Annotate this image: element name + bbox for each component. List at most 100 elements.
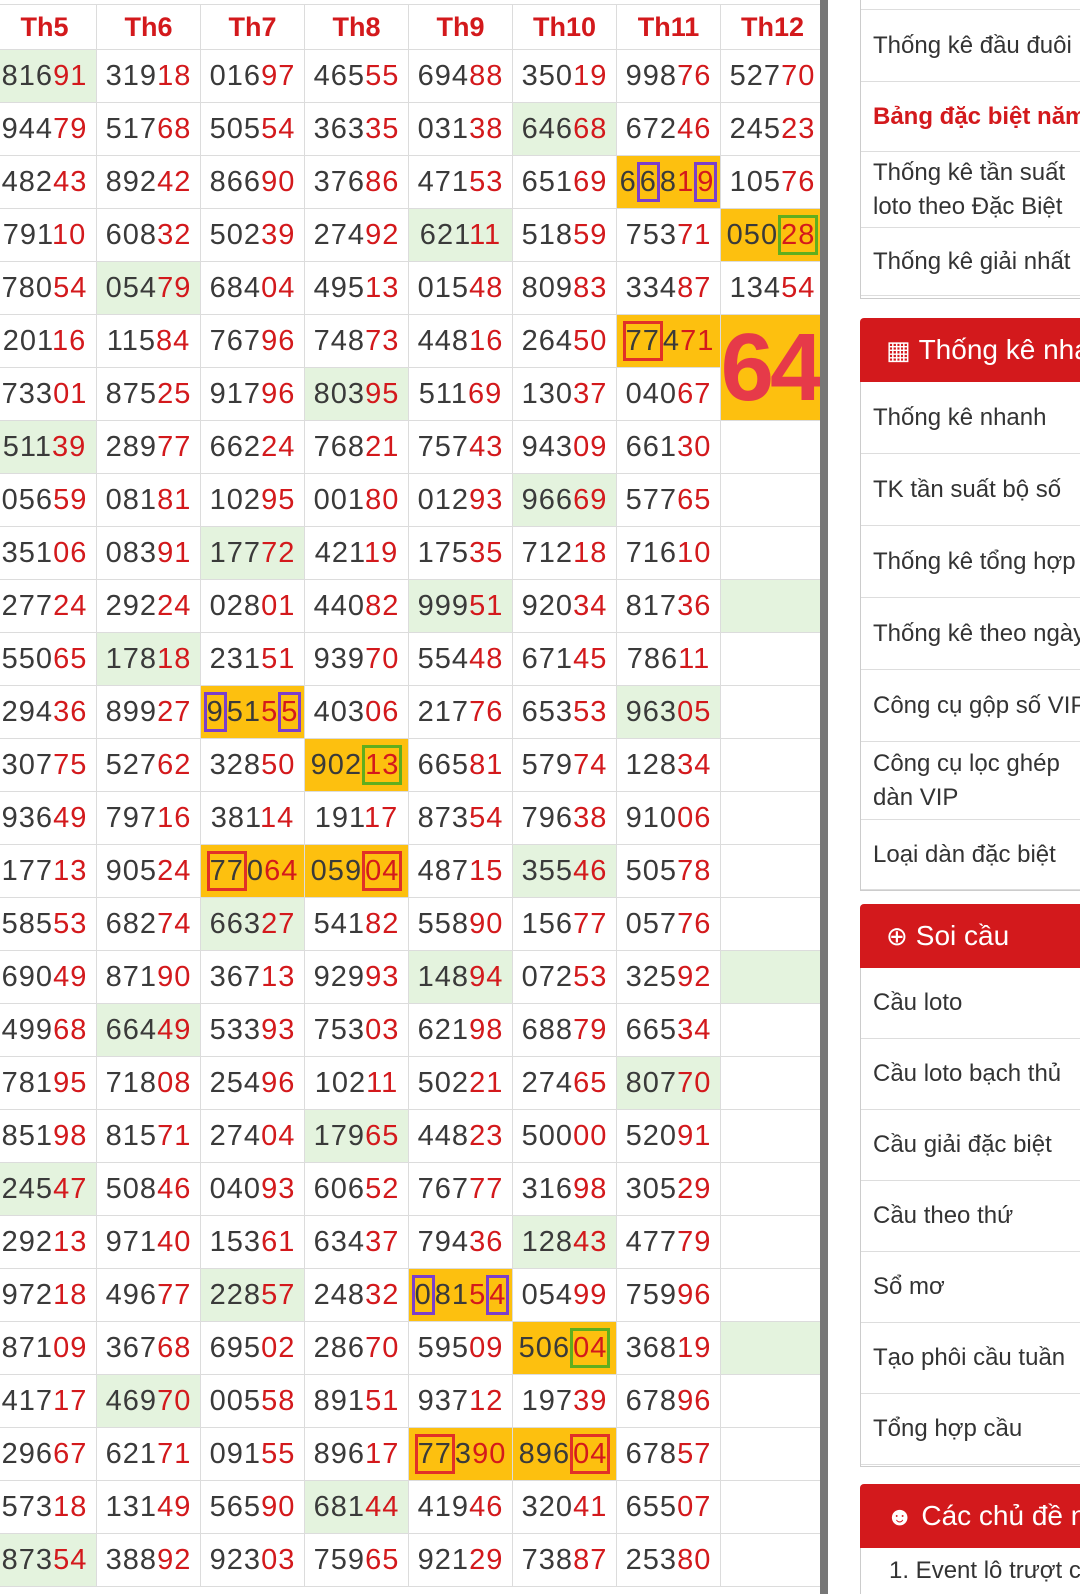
col-header[interactable]: Th11 — [616, 4, 721, 50]
col-header[interactable]: Th9 — [408, 4, 513, 50]
last-two-digits: 6 — [694, 589, 712, 622]
menu-item[interactable]: Thống kê theo ngày — [861, 598, 1080, 670]
topics-header[interactable]: ☻ Các chủ đề nổi bật — [860, 1484, 1080, 1548]
digit: 4 — [1, 1013, 19, 1046]
result-cell — [720, 420, 820, 474]
digit: 9 — [18, 1437, 36, 1470]
last-two-digits: 1 — [363, 801, 382, 834]
last-two-digits: 1 — [693, 642, 711, 675]
last-two-digits: 9 — [261, 483, 279, 516]
col-header[interactable]: Th6 — [96, 4, 201, 50]
col-header[interactable]: Th7 — [200, 4, 305, 50]
digit: 0 — [226, 218, 244, 251]
result-cell: 94309 — [512, 420, 617, 474]
digit: 5 — [417, 1331, 435, 1364]
menu-item[interactable]: Tổng hợp cầu — [861, 1394, 1080, 1465]
last-two-digits: 9 — [70, 112, 88, 145]
table-row: 97218 49677 22857 24832 0 815 4 05499 75996 — [0, 1268, 820, 1322]
result-cell: 67857 — [616, 1427, 721, 1481]
menu-item[interactable]: Công cụ gộp số VIP — [861, 670, 1080, 742]
digit: 7 — [226, 536, 244, 569]
topic-item[interactable]: 1. Event lô trượt cả tuần — [861, 1548, 1080, 1594]
col-header[interactable]: Th10 — [512, 4, 617, 50]
result-cell: 22857 — [200, 1268, 305, 1322]
last-two-digits: 1 — [51, 218, 70, 251]
digit: 1 — [451, 1013, 470, 1046]
menu-item-tan-suat-dac-biet[interactable]: Thống kê tần suất loto theo Đặc Biệt — [861, 152, 1080, 228]
quick-stats-header[interactable]: ▦ Thống kê nhanh — [860, 318, 1080, 382]
digit: 3 — [555, 430, 574, 463]
menu-item[interactable]: Thống kê nhanh — [861, 382, 1080, 454]
digit: 9 — [330, 271, 348, 304]
menu-item[interactable]: Sổ mơ — [861, 1252, 1080, 1323]
last-two-digits: 1 — [174, 1437, 192, 1470]
digit: 1 — [243, 1437, 262, 1470]
last-two-digits: 8 — [573, 1543, 591, 1576]
result-cell: 00180 — [304, 473, 409, 527]
result-cell: 51859 — [512, 208, 617, 262]
last-two-digits: 3 — [278, 1172, 296, 1205]
last-two-digits: 7 — [694, 1437, 712, 1470]
last-two-digits: 7 — [53, 748, 71, 781]
menu-item-giai-nhat[interactable]: Thống kê giải nhất — [861, 228, 1080, 296]
menu-item[interactable]: Cầu loto — [861, 968, 1080, 1039]
digit: 1 — [347, 907, 366, 940]
menu-item[interactable]: Tạo phôi cầu tuần — [861, 1323, 1080, 1394]
table-row: 69049 87190 36713 92993 14894 07253 32592 — [0, 950, 820, 1004]
digit: 8 — [659, 1437, 678, 1470]
digit: 2 — [139, 165, 158, 198]
digit: 5 — [642, 1278, 660, 1311]
last-two-digits: 1 — [259, 801, 278, 834]
last-two-digits: 0 — [278, 748, 296, 781]
result-cell: 50578 — [616, 844, 721, 898]
menu-item[interactable]: Công cụ lọc ghép dàn VIP — [861, 742, 1080, 820]
menu-item[interactable]: Cầu giải đặc biệt — [861, 1110, 1080, 1181]
last-two-digits: 5 — [573, 218, 591, 251]
result-cell: 32041 — [512, 1480, 617, 1534]
digit: 9 — [521, 589, 539, 622]
result-cell: 99951 — [408, 579, 513, 633]
result-cell: 96305 — [616, 685, 721, 739]
last-two-digits: 6 — [157, 1331, 175, 1364]
menu-item[interactable]: Cầu loto bạch thủ — [861, 1039, 1080, 1110]
digit: 6 — [625, 1384, 643, 1417]
menu-item-dau-duoi[interactable]: Thống kê đầu đuôi — [861, 10, 1080, 82]
menu-spacer — [861, 0, 1080, 10]
digit: 4 — [347, 1225, 366, 1258]
menu-item[interactable]: Cầu theo thứ — [861, 1181, 1080, 1252]
last-two-digits: 4 — [53, 1172, 71, 1205]
menu-item[interactable]: Loại dàn đặc biệt — [861, 820, 1080, 890]
last-two-digits: 7 — [365, 324, 383, 357]
result-cell: 35106 — [0, 526, 97, 580]
col-header[interactable]: Th8 — [304, 4, 409, 50]
stats-menu-group: Thống kê đầu đuôi Bảng đặc biệt năm Thốn… — [860, 0, 1080, 299]
digit: 6 — [347, 1172, 366, 1205]
digit: 5 — [209, 112, 227, 145]
last-two-digits: 9 — [365, 218, 383, 251]
col-header[interactable]: Th12 — [720, 4, 820, 50]
digit: 5 — [659, 1490, 678, 1523]
digit: 4 — [555, 324, 574, 357]
result-cell: 87354 — [408, 791, 513, 845]
menu-item[interactable]: Thống kê tổng hợp — [861, 526, 1080, 598]
result-cell: 76796 — [200, 314, 305, 368]
result-cell: 47153 — [408, 155, 513, 209]
digit: 8 — [122, 430, 140, 463]
digit: 5 — [518, 1332, 536, 1364]
menu-item[interactable]: TK tần suất bộ số — [861, 454, 1080, 526]
col-header[interactable]: Th5 — [0, 4, 97, 50]
soi-cau-header[interactable]: ⊕ Soi cầu — [860, 904, 1080, 968]
last-two-digits: 4 — [53, 165, 71, 198]
digit: 1 — [18, 59, 36, 92]
digit: 4 — [330, 589, 348, 622]
digit: 2 — [538, 589, 556, 622]
last-two-digits: 8 — [469, 59, 487, 92]
menu-item-dac-biet-nam[interactable]: Bảng đặc biệt năm — [861, 82, 1080, 152]
scrollbar-divider[interactable] — [820, 0, 828, 1594]
last-two-digits: 4 — [53, 801, 71, 834]
digit: 7 — [451, 1172, 470, 1205]
last-two-digits: 3 — [486, 165, 504, 198]
digit: 9 — [535, 1438, 553, 1470]
result-cell — [720, 950, 820, 1004]
digit: 7 — [122, 960, 140, 993]
